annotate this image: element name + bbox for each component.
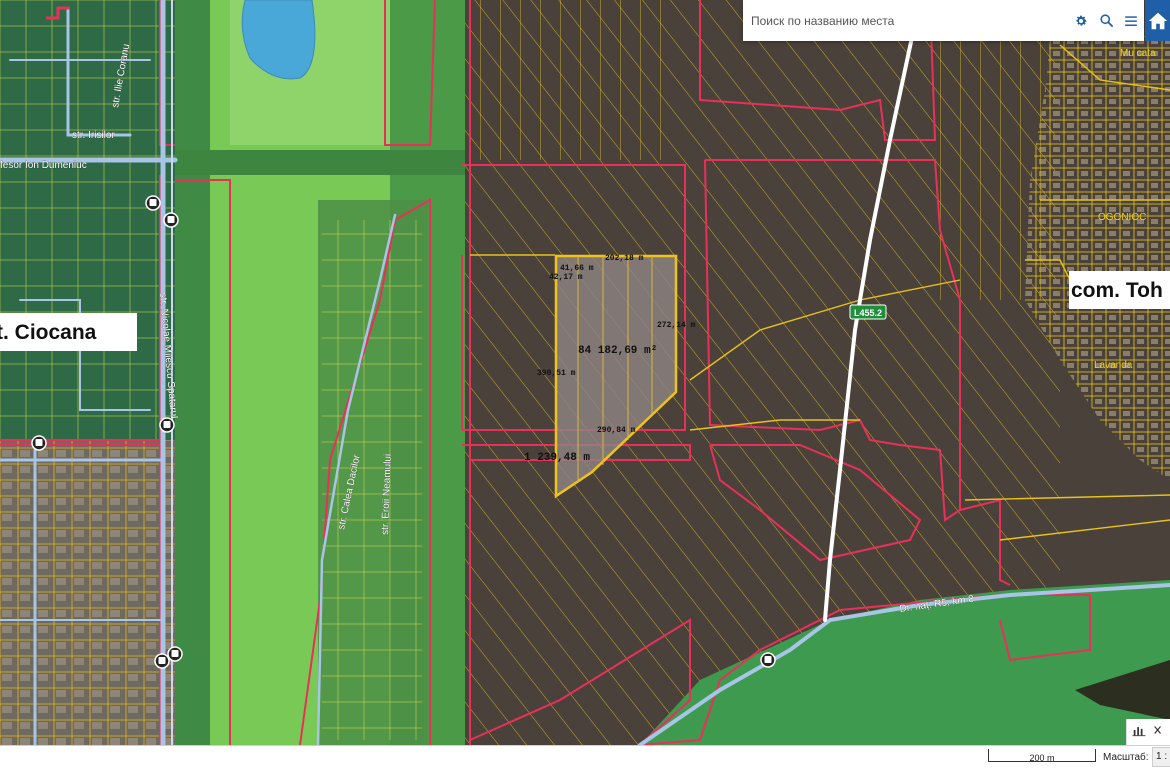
village-label-mucata: Mu cata bbox=[1120, 48, 1156, 59]
search-input[interactable] bbox=[743, 0, 1069, 41]
measure-area: 84 182,69 m² bbox=[578, 345, 657, 357]
scale-select[interactable]: 1 : bbox=[1152, 747, 1170, 767]
measure-perimeter: 1 239,48 m bbox=[524, 452, 590, 464]
chart-icon bbox=[1132, 726, 1146, 736]
vertical-parcels bbox=[470, 0, 680, 160]
commune-label: com. Toh bbox=[1071, 279, 1163, 302]
measure-side-bottom: 290,84 m bbox=[597, 426, 636, 435]
status-bar: 200 m Масштаб: 1 : bbox=[0, 745, 1170, 769]
menu-button[interactable] bbox=[1119, 9, 1143, 33]
home-button[interactable] bbox=[1145, 0, 1170, 41]
bus-stop-icon bbox=[167, 646, 183, 662]
village-label-lavanda: Lavanda bbox=[1094, 360, 1133, 371]
bus-stop-icon bbox=[163, 212, 179, 228]
measure-side-b: 42,17 m bbox=[549, 273, 583, 282]
bus-stop-icon bbox=[159, 417, 175, 433]
search-panel bbox=[743, 0, 1144, 41]
search-icon bbox=[1099, 14, 1113, 27]
road-badge-label: L455.2 bbox=[854, 308, 882, 318]
urban-zone-south bbox=[0, 440, 175, 745]
sector-label: t. Ciocana bbox=[0, 321, 97, 344]
search-button[interactable] bbox=[1094, 9, 1118, 33]
home-icon bbox=[1148, 12, 1167, 29]
street-label-irisilor: str. Irisilor bbox=[72, 130, 115, 141]
chart-button[interactable] bbox=[1132, 723, 1146, 742]
bus-stop-icon bbox=[145, 195, 161, 211]
urban-zone-north-grid bbox=[0, 0, 175, 440]
vertical-parcels-2 bbox=[940, 0, 1050, 300]
bus-stop-icon bbox=[154, 653, 170, 669]
scale-label: Масштаб: bbox=[1103, 752, 1149, 763]
bus-stop-icon bbox=[31, 435, 47, 451]
close-icon bbox=[1154, 725, 1161, 734]
settings-button[interactable] bbox=[1069, 9, 1093, 33]
map-tools bbox=[1126, 719, 1170, 745]
measure-side-top: 202,18 m bbox=[605, 254, 644, 263]
scale-bar: 200 m bbox=[988, 749, 1096, 763]
gear-icon bbox=[1076, 15, 1087, 26]
measure-side-right: 272,14 m bbox=[657, 321, 696, 330]
map-canvas[interactable]: L455.2 str. Ilie Coranu str. Irisilor fe… bbox=[0, 0, 1170, 745]
measure-side-left: 390,51 m bbox=[537, 369, 576, 378]
measure-side-a: 41,66 m bbox=[560, 264, 594, 273]
bus-stop-icon bbox=[760, 652, 776, 668]
street-label-dumeniuc: fesor Ion Dumeniuc bbox=[0, 160, 87, 171]
close-button[interactable] bbox=[1152, 723, 1162, 742]
green-belt-shade bbox=[175, 150, 465, 175]
village-label-ogonioc: OGONIOC bbox=[1098, 212, 1146, 223]
scale-bar-label: 200 m bbox=[1029, 753, 1055, 763]
menu-icon bbox=[1125, 15, 1137, 26]
